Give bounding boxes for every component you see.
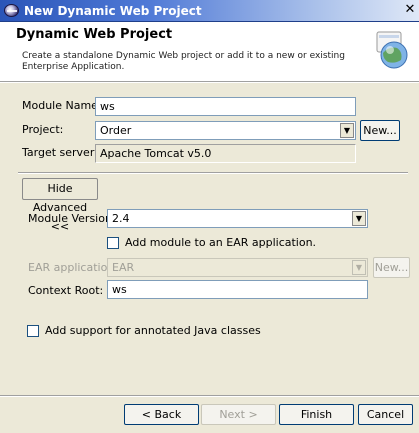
separator-highlight bbox=[18, 173, 408, 174]
ear-application-select[interactable]: EAR ▼ bbox=[107, 258, 368, 277]
ear-application-value: EAR bbox=[112, 261, 135, 274]
project-label: Project: bbox=[22, 123, 64, 136]
title-bar[interactable]: New Dynamic Web Project ✕ bbox=[0, 0, 419, 22]
annotated-support-checkbox[interactable] bbox=[27, 325, 39, 337]
target-server-value: Apache Tomcat v5.0 bbox=[95, 144, 356, 163]
module-name-input[interactable]: ws bbox=[95, 97, 356, 116]
ear-application-label: EAR application: bbox=[28, 261, 118, 274]
target-server-label: Target server: bbox=[22, 146, 98, 159]
next-button[interactable]: Next > bbox=[201, 404, 276, 425]
module-version-label: Module Version: bbox=[28, 212, 116, 225]
chevron-down-icon[interactable]: ▼ bbox=[340, 123, 354, 138]
wizard-header: Dynamic Web Project Create a standalone … bbox=[0, 22, 419, 82]
context-root-label: Context Root: bbox=[28, 284, 104, 297]
window-title: New Dynamic Web Project bbox=[24, 4, 202, 18]
wizard-description: Create a standalone Dynamic Web project … bbox=[22, 51, 345, 72]
cancel-button[interactable]: Cancel bbox=[358, 404, 413, 425]
finish-button[interactable]: Finish bbox=[279, 404, 354, 425]
ear-new-button[interactable]: New... bbox=[373, 257, 410, 278]
hide-advanced-button[interactable]: Hide Advanced << bbox=[22, 178, 98, 233]
add-to-ear-checkbox[interactable] bbox=[107, 237, 119, 249]
context-root-input[interactable]: ws bbox=[107, 280, 368, 299]
project-value: Order bbox=[100, 124, 132, 137]
eclipse-icon bbox=[4, 4, 19, 17]
chevron-down-icon[interactable]: ▼ bbox=[352, 211, 366, 226]
footer-separator-highlight bbox=[0, 396, 419, 397]
chevron-down-icon[interactable]: ▼ bbox=[352, 260, 366, 275]
module-version-value: 2.4 bbox=[112, 212, 130, 225]
module-version-select[interactable]: 2.4 ▼ bbox=[107, 209, 368, 228]
globe-web-icon bbox=[376, 31, 408, 69]
back-button[interactable]: < Back bbox=[124, 404, 199, 425]
close-icon[interactable]: ✕ bbox=[403, 2, 417, 18]
module-name-label: Module Name: bbox=[22, 99, 102, 112]
project-new-button[interactable]: New... bbox=[360, 120, 400, 141]
annotated-support-label: Add support for annotated Java classes bbox=[45, 324, 261, 337]
add-to-ear-label: Add module to an EAR application. bbox=[125, 236, 317, 249]
project-select[interactable]: Order ▼ bbox=[95, 121, 356, 140]
wizard-title: Dynamic Web Project bbox=[16, 27, 173, 42]
